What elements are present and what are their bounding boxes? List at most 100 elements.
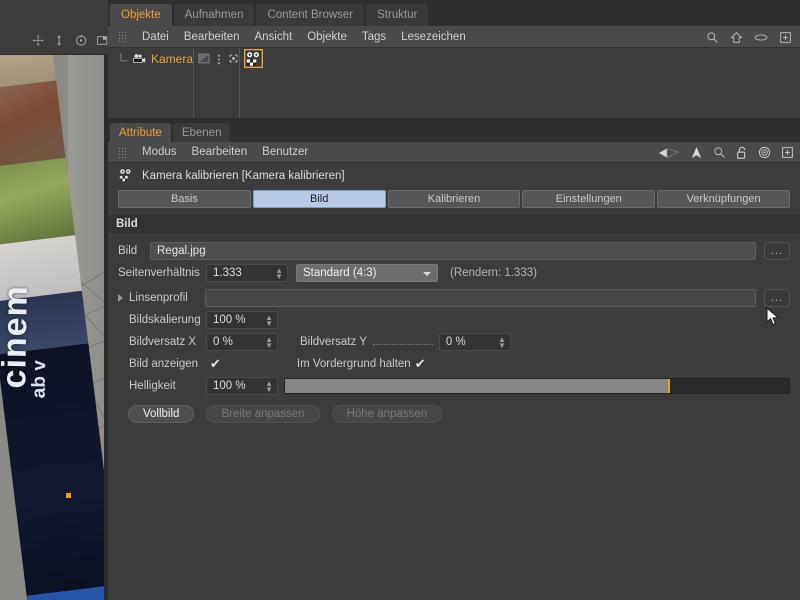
object-manager-tabs: Objekte Aufnahmen Content Browser Strukt…: [108, 0, 800, 26]
spinner-icon[interactable]: ▲ ▼: [265, 314, 273, 328]
back-arrow-icon[interactable]: [658, 147, 680, 159]
vollbild-button[interactable]: Vollbild: [128, 405, 195, 423]
plus-box-icon[interactable]: [781, 146, 794, 159]
breite-anpassen-button[interactable]: Breite anpassen: [206, 405, 320, 423]
image-fit-buttons: Vollbild Breite anpassen Höhe anpassen: [118, 397, 790, 423]
menu-modus[interactable]: Modus: [142, 146, 177, 158]
lock-icon[interactable]: [736, 146, 748, 160]
dotted-leader: [372, 336, 433, 345]
object-manager-tools: [706, 26, 792, 48]
linsenprofil-input[interactable]: [205, 289, 756, 307]
image-scale-input[interactable]: 100 % ▲ ▼: [206, 311, 278, 329]
menu-bearbeiten[interactable]: Bearbeiten: [184, 31, 240, 43]
menu-bearbeiten[interactable]: Bearbeiten: [192, 146, 248, 158]
ptab-verknuepfungen[interactable]: Verknüpfungen: [657, 190, 790, 208]
spinner-icon[interactable]: ▲ ▼: [275, 267, 283, 281]
vordergrund-checkbox[interactable]: ✔: [415, 356, 426, 372]
attribute-manager: Attribute Ebenen Modus Bearbeiten Benutz…: [108, 120, 800, 600]
spinner-icon[interactable]: ▲ ▼: [265, 380, 273, 394]
label-vordergrund: Im Vordergrund halten: [296, 358, 411, 370]
chevron-down-icon: [423, 272, 431, 276]
tag-dots-icon: [217, 54, 221, 65]
brightness-value: 100 %: [213, 380, 246, 392]
brightness-slider-handle[interactable]: [668, 379, 671, 393]
attribute-manager-tools: [658, 142, 794, 163]
protection-tag-icon[interactable]: [228, 52, 239, 65]
aspect-preset-select[interactable]: Standard (4:3): [296, 264, 438, 282]
row-checkboxes: Bild anzeigen ✔ Im Vordergrund halten ✔: [118, 353, 790, 375]
bild-path-input[interactable]: Regal.jpg: [150, 242, 756, 260]
aspect-ratio-input[interactable]: 1.333 ▲ ▼: [206, 264, 288, 282]
up-arrow-icon[interactable]: [690, 146, 703, 159]
bild-anzeigen-checkbox[interactable]: ✔: [210, 356, 221, 372]
ptab-einstellungen[interactable]: Einstellungen: [522, 190, 656, 208]
menu-tags[interactable]: Tags: [362, 31, 386, 43]
spinner-icon[interactable]: ▲ ▼: [498, 336, 506, 350]
property-form: Bild Regal.jpg ... Seitenverhältnis 1.33…: [108, 233, 800, 423]
tag-group-b: [240, 48, 800, 69]
object-row-kamera[interactable]: Kamera: [108, 48, 193, 69]
bild-browse-button[interactable]: ...: [764, 242, 790, 260]
tab-aufnahmen[interactable]: Aufnahmen: [173, 4, 255, 26]
image-offset-y-input[interactable]: 0 % ▲ ▼: [438, 333, 511, 351]
brightness-input[interactable]: 100 % ▲ ▼: [206, 377, 278, 395]
property-tab-row: Basis Bild Kalibrieren Einstellungen Ver…: [108, 190, 800, 210]
viewport-3d[interactable]: cinem ab v: [0, 55, 108, 600]
viewport-toolbar: [0, 26, 108, 55]
rotate-icon[interactable]: [75, 33, 87, 48]
attribute-title-text: Kamera kalibrieren [Kamera kalibrieren]: [142, 169, 345, 182]
render-view-icon[interactable]: [96, 33, 108, 48]
expand-arrow-icon[interactable]: [118, 294, 123, 302]
poster-subtext: ab v: [28, 360, 51, 399]
tree-elbow-icon: [120, 53, 128, 62]
menu-lesezeichen[interactable]: Lesezeichen: [401, 31, 466, 43]
attribute-manager-tabs: Attribute Ebenen: [108, 120, 800, 142]
tab-content-browser[interactable]: Content Browser: [256, 4, 365, 26]
aspect-ratio-value: 1.333: [213, 267, 242, 279]
drag-grip-icon[interactable]: [118, 146, 127, 158]
row-seitenverhaeltnis: Seitenverhältnis 1.333 ▲ ▼ Standard (4:3)…: [118, 262, 790, 284]
attribute-manager-menubar: Modus Bearbeiten Benutzer: [108, 142, 800, 163]
brightness-slider-fill: [285, 379, 669, 393]
calibration-point-marker[interactable]: [66, 493, 71, 498]
move-icon[interactable]: [32, 33, 44, 48]
tab-attribute[interactable]: Attribute: [110, 123, 171, 142]
menu-benutzer[interactable]: Benutzer: [262, 146, 308, 158]
tab-ebenen[interactable]: Ebenen: [172, 123, 231, 142]
drag-grip-icon[interactable]: [118, 31, 127, 42]
plus-box-icon[interactable]: [779, 31, 792, 44]
search-icon[interactable]: [713, 146, 726, 159]
object-label: Kamera: [150, 51, 193, 66]
brightness-slider[interactable]: [284, 378, 790, 394]
menu-datei[interactable]: Datei: [142, 31, 169, 43]
camera-calibrator-tag-icon[interactable]: [244, 49, 263, 68]
ptab-bild[interactable]: Bild: [252, 190, 386, 208]
scale-icon[interactable]: [53, 33, 65, 48]
row-linsenprofil: Linsenprofil ...: [118, 287, 790, 309]
spinner-icon[interactable]: ▲ ▼: [265, 336, 273, 350]
object-name-column: Kamera: [108, 48, 194, 120]
image-scale-value: 100 %: [213, 314, 246, 326]
tab-objekte[interactable]: Objekte: [110, 4, 172, 26]
hoehe-anpassen-button[interactable]: Höhe anpassen: [331, 405, 443, 423]
target-icon[interactable]: [758, 146, 771, 159]
label-bild-anzeigen: Bild anzeigen: [129, 358, 199, 370]
gradient-tag-icon[interactable]: [198, 52, 210, 65]
eye-icon[interactable]: [754, 31, 768, 44]
ptab-kalibrieren[interactable]: Kalibrieren: [387, 190, 521, 208]
search-icon[interactable]: [706, 31, 719, 44]
row-bild: Bild Regal.jpg ...: [118, 240, 790, 262]
label-linsenprofil: Linsenprofil: [129, 292, 188, 304]
tab-struktur[interactable]: Struktur: [366, 4, 429, 26]
mouse-cursor: [766, 307, 780, 326]
object-manager: Objekte Aufnahmen Content Browser Strukt…: [108, 0, 800, 120]
linsenprofil-browse-button[interactable]: ...: [764, 289, 790, 307]
attribute-title-bar: Kamera kalibrieren [Kamera kalibrieren]: [108, 163, 800, 188]
home-icon[interactable]: [730, 31, 743, 44]
label-bildversatz-y: Bildversatz Y: [300, 336, 367, 348]
label-bildversatz-x: Bildversatz X: [129, 336, 197, 348]
image-offset-x-input[interactable]: 0 % ▲ ▼: [206, 333, 278, 351]
menu-ansicht[interactable]: Ansicht: [254, 31, 292, 43]
ptab-basis[interactable]: Basis: [118, 190, 251, 208]
menu-objekte[interactable]: Objekte: [307, 31, 347, 43]
